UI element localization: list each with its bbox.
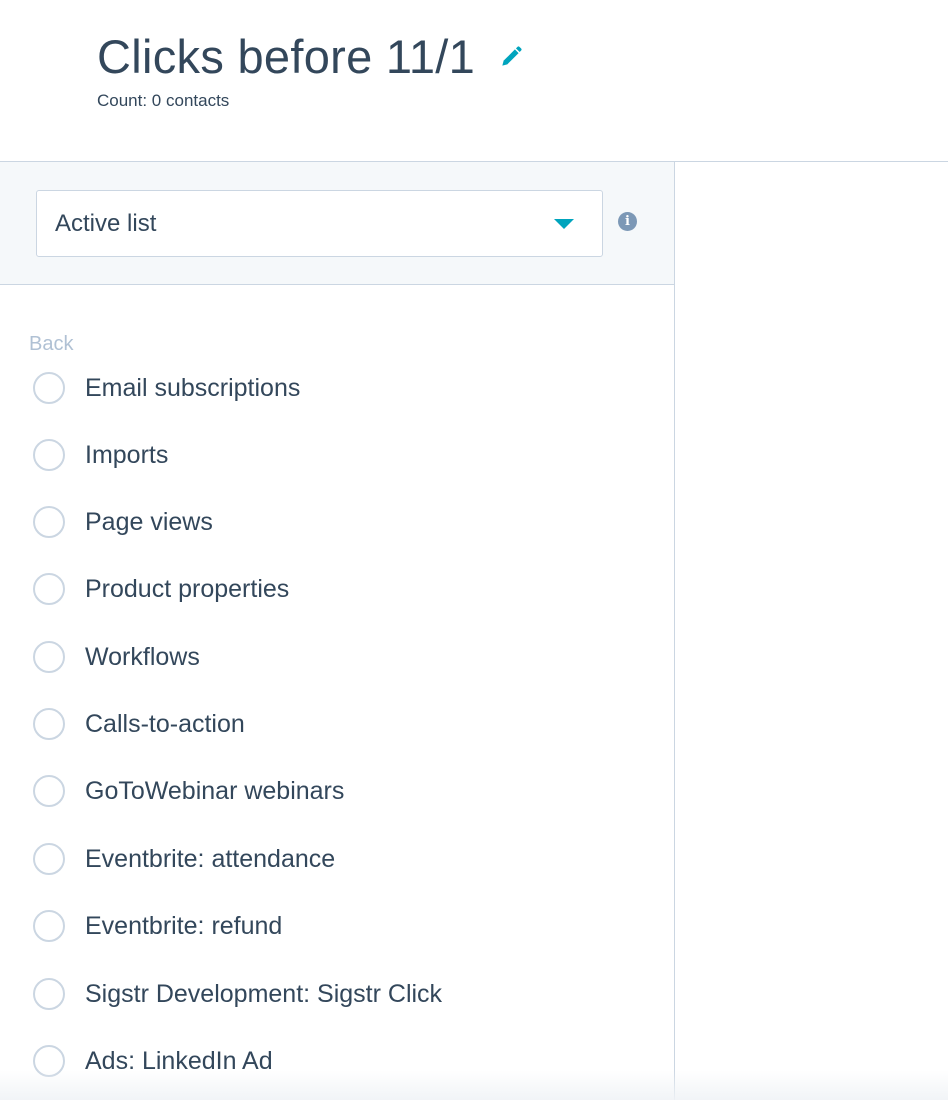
- radio-button[interactable]: [33, 439, 65, 471]
- option-label: Imports: [85, 440, 169, 469]
- option-label: Ads: LinkedIn Ad: [85, 1046, 273, 1075]
- option-label: Calls-to-action: [85, 709, 245, 738]
- caret-down-icon: [554, 219, 574, 229]
- radio-button[interactable]: [33, 775, 65, 807]
- radio-button[interactable]: [33, 372, 65, 404]
- list-type-select[interactable]: Active list: [36, 190, 603, 257]
- radio-button[interactable]: [33, 1045, 65, 1077]
- option-label: Eventbrite: refund: [85, 911, 283, 940]
- contact-count: Count: 0 contacts: [97, 91, 230, 110]
- option-sigstr-click[interactable]: Sigstr Development: Sigstr Click: [0, 964, 674, 1024]
- option-gotowebinar-webinars[interactable]: GoToWebinar webinars: [0, 761, 674, 821]
- option-label: Email subscriptions: [85, 373, 301, 402]
- option-eventbrite-refund[interactable]: Eventbrite: refund: [0, 896, 674, 956]
- option-calls-to-action[interactable]: Calls-to-action: [0, 694, 674, 754]
- option-linkedin-ad[interactable]: Ads: LinkedIn Ad: [0, 1031, 674, 1091]
- back-link[interactable]: Back: [29, 333, 73, 356]
- radio-button[interactable]: [33, 506, 65, 538]
- title-row: Clicks before 11/1: [97, 28, 525, 86]
- list-type-bar: Active list i: [0, 162, 674, 285]
- radio-button[interactable]: [33, 641, 65, 673]
- radio-button[interactable]: [33, 573, 65, 605]
- option-label: Eventbrite: attendance: [85, 844, 336, 873]
- option-label: Page views: [85, 507, 213, 536]
- option-eventbrite-attendance[interactable]: Eventbrite: attendance: [0, 829, 674, 889]
- radio-button[interactable]: [33, 910, 65, 942]
- option-label: GoToWebinar webinars: [85, 776, 345, 805]
- radio-button[interactable]: [33, 843, 65, 875]
- option-email-subscriptions[interactable]: Email subscriptions: [0, 358, 674, 418]
- list-header: Clicks before 11/1 Count: 0 contacts: [0, 0, 948, 161]
- option-label: Product properties: [85, 574, 290, 603]
- option-imports[interactable]: Imports: [0, 425, 674, 485]
- option-workflows[interactable]: Workflows: [0, 627, 674, 687]
- info-icon[interactable]: i: [618, 212, 637, 231]
- option-product-properties[interactable]: Product properties: [0, 559, 674, 619]
- option-label: Workflows: [85, 642, 200, 671]
- option-page-views[interactable]: Page views: [0, 492, 674, 552]
- filter-panel: Active list i Back Email subscriptions I…: [0, 161, 675, 1100]
- radio-button[interactable]: [33, 978, 65, 1010]
- pencil-edit-icon[interactable]: [497, 43, 525, 71]
- radio-button[interactable]: [33, 708, 65, 740]
- criteria-panel: [675, 161, 948, 1100]
- list-type-value: Active list: [55, 209, 157, 237]
- option-label: Sigstr Development: Sigstr Click: [85, 979, 443, 1008]
- page-title: Clicks before 11/1: [97, 30, 476, 83]
